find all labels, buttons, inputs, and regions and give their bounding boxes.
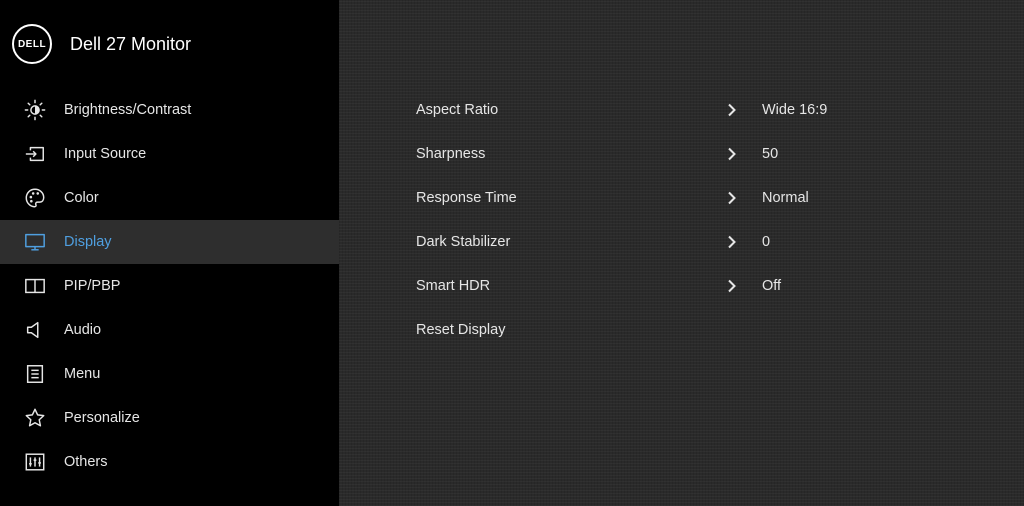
setting-value: Off — [762, 278, 782, 294]
setting-value: Normal — [762, 190, 809, 206]
sidebar-item-label: PIP/PBP — [64, 278, 121, 294]
sidebar-item-pip-pbp[interactable]: PIP/PBP — [0, 264, 339, 308]
sidebar-item-personalize[interactable]: Personalize — [0, 396, 339, 440]
setting-label: Dark Stabilizer — [416, 234, 511, 250]
sidebar-item-input-source[interactable]: Input Source — [0, 132, 339, 176]
setting-value: Wide 16:9 — [762, 102, 828, 118]
sidebar: DELL Dell 27 Monitor Brightness/Contrast… — [0, 0, 339, 506]
input-source-icon — [23, 142, 47, 166]
sidebar-item-color[interactable]: Color — [0, 176, 339, 220]
sidebar-item-label: Color — [64, 190, 99, 206]
sidebar-item-display[interactable]: Display — [0, 220, 339, 264]
sidebar-item-label: Audio — [64, 322, 102, 338]
setting-sharpness[interactable]: Sharpness 50 — [339, 132, 1024, 176]
sidebar-item-label: Personalize — [64, 410, 140, 426]
chevron-right-icon — [726, 191, 738, 205]
setting-label: Aspect Ratio — [416, 102, 499, 118]
display-settings-list: Aspect Ratio Wide 16:9 Sharpness 50 Resp… — [339, 88, 1024, 352]
sidebar-item-label: Menu — [64, 366, 101, 382]
display-settings-panel: Aspect Ratio Wide 16:9 Sharpness 50 Resp… — [339, 0, 1024, 506]
setting-reset-display[interactable]: Reset Display — [339, 308, 1024, 352]
chevron-right-icon — [726, 279, 738, 293]
monitor-icon — [23, 230, 47, 254]
sidebar-item-label: Input Source — [64, 146, 147, 162]
monitor-osd: DELL Dell 27 Monitor Brightness/Contrast… — [0, 0, 1024, 506]
chevron-right-icon — [726, 103, 738, 117]
setting-response-time[interactable]: Response Time Normal — [339, 176, 1024, 220]
sidebar-item-audio[interactable]: Audio — [0, 308, 339, 352]
star-icon — [23, 406, 47, 430]
setting-label: Response Time — [416, 190, 517, 206]
sidebar-item-others[interactable]: Others — [0, 440, 339, 484]
sidebar-item-label: Brightness/Contrast — [64, 102, 192, 118]
sidebar-item-label: Others — [64, 454, 108, 470]
chevron-right-icon — [726, 147, 738, 161]
sidebar-item-brightness-contrast[interactable]: Brightness/Contrast — [0, 88, 339, 132]
setting-label: Reset Display — [416, 322, 506, 338]
brand-header: DELL Dell 27 Monitor — [12, 22, 191, 66]
setting-value: 50 — [762, 146, 779, 162]
setting-label: Smart HDR — [416, 278, 491, 294]
brightness-icon — [23, 98, 47, 122]
setting-label: Sharpness — [416, 146, 486, 162]
sidebar-item-menu[interactable]: Menu — [0, 352, 339, 396]
monitor-title: Dell 27 Monitor — [70, 33, 192, 54]
setting-aspect-ratio[interactable]: Aspect Ratio Wide 16:9 — [339, 88, 1024, 132]
setting-dark-stabilizer[interactable]: Dark Stabilizer 0 — [339, 220, 1024, 264]
sliders-icon — [23, 450, 47, 474]
setting-value: 0 — [762, 234, 771, 250]
menu-list-icon — [23, 362, 47, 386]
setting-smart-hdr[interactable]: Smart HDR Off — [339, 264, 1024, 308]
chevron-right-icon — [726, 235, 738, 249]
color-palette-icon — [23, 186, 47, 210]
main-menu: Brightness/Contrast Input Source Color D… — [0, 88, 339, 484]
pip-pbp-icon — [23, 274, 47, 298]
speaker-icon — [23, 318, 47, 342]
sidebar-item-label: Display — [64, 234, 112, 250]
dell-logo: DELL — [12, 24, 52, 64]
